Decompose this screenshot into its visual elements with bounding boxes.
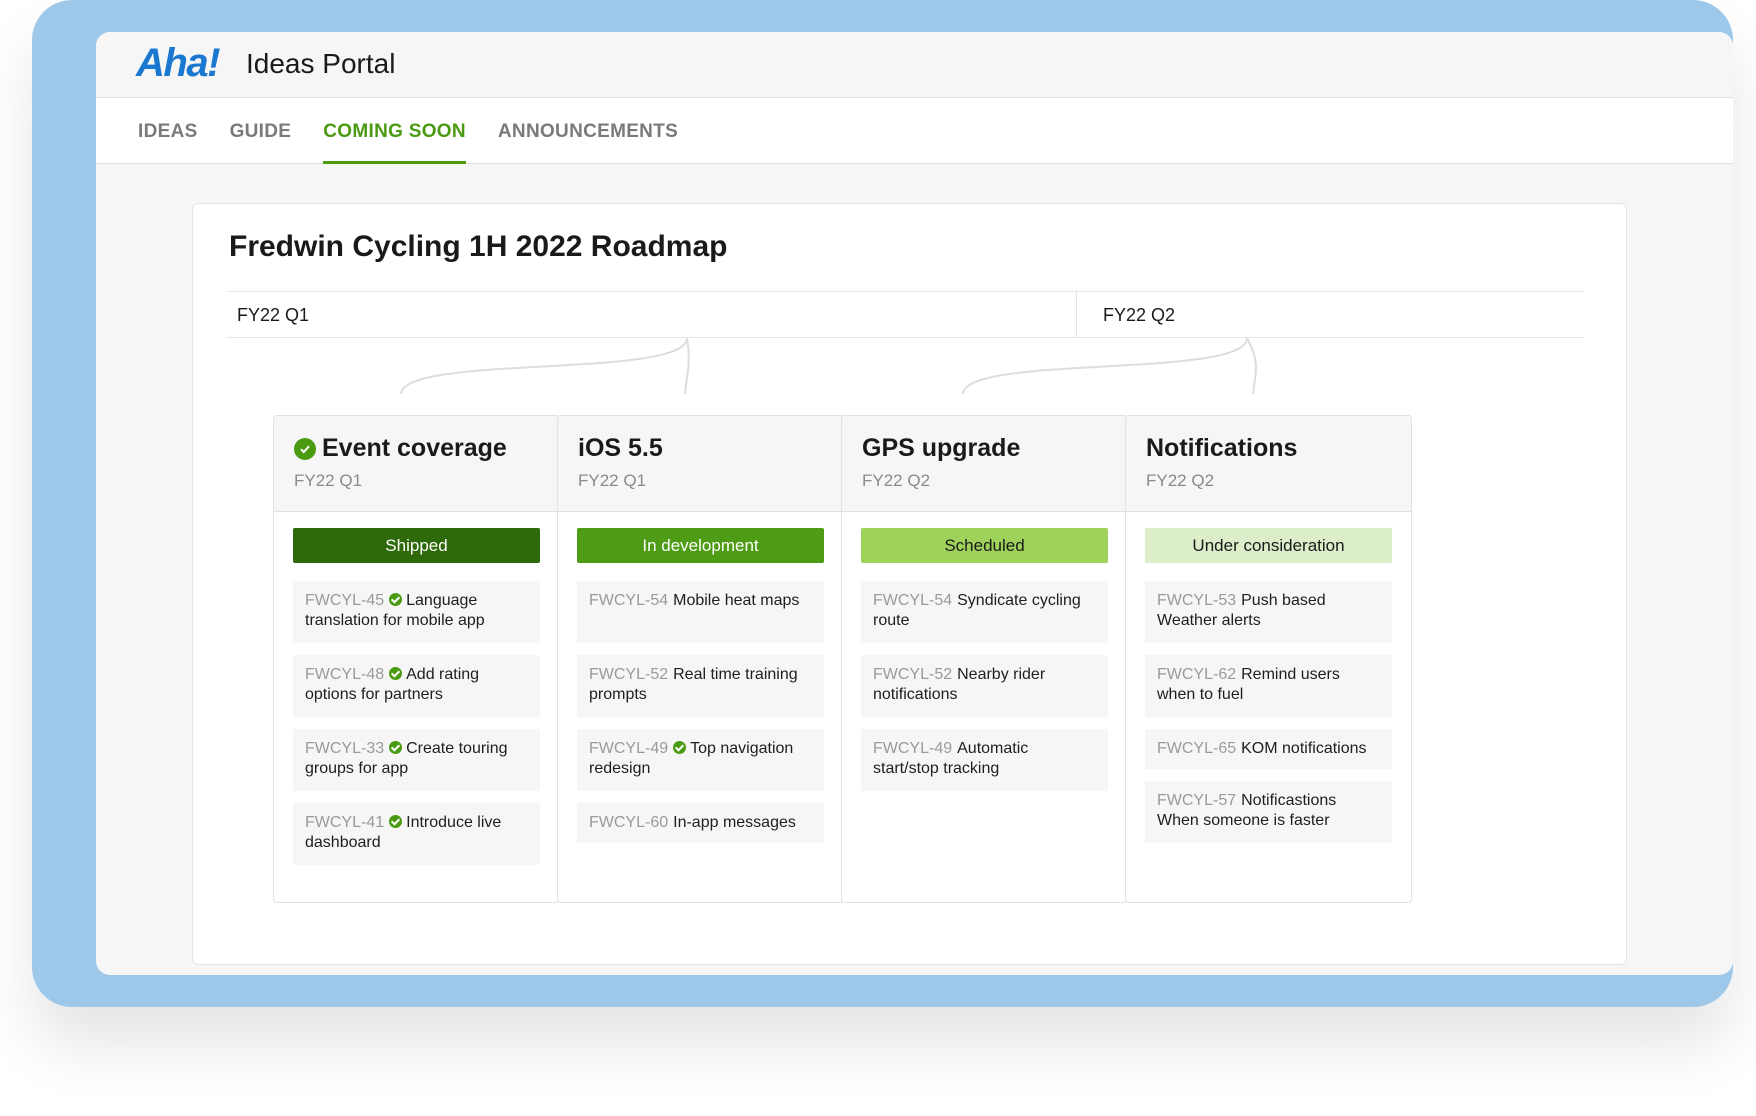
feature-item[interactable]: FWCYL-52 Real time training prompts <box>577 655 824 717</box>
quarter-header-row: FY22 Q1 FY22 Q2 <box>227 291 1585 338</box>
column-quarter: FY22 Q1 <box>294 471 363 490</box>
portal-title: Ideas Portal <box>246 48 396 79</box>
column-title-text: iOS 5.5 <box>578 434 663 462</box>
feature-item[interactable]: FWCYL-45 Language translation for mobile … <box>293 581 540 643</box>
feature-text: KOM notifications <box>1241 740 1367 757</box>
tab-announcements[interactable]: ANNOUNCEMENTS <box>498 98 678 164</box>
feature-item[interactable]: FWCYL-41 Introduce live dashboard <box>293 803 540 865</box>
roadmap-title: Fredwin Cycling 1H 2022 Roadmap <box>229 230 728 263</box>
feature-id: FWCYL-60 <box>589 814 669 831</box>
release-column-notifications[interactable]: Notifications FY22 Q2 Under consideratio… <box>1125 415 1412 903</box>
feature-item[interactable]: FWCYL-60 In-app messages <box>577 803 824 843</box>
feature-item[interactable]: FWCYL-49 Top navigation redesign <box>577 729 824 791</box>
connector-notifications <box>1246 337 1257 395</box>
column-header: Event coverage FY22 Q1 <box>274 416 559 512</box>
connector-ios <box>684 337 690 395</box>
feature-item[interactable]: FWCYL-52 Nearby rider notifications <box>861 655 1108 717</box>
release-column-ios[interactable]: iOS 5.5 FY22 Q1 In development FWCYL-54 M… <box>557 415 844 903</box>
feature-id: FWCYL-54 <box>873 592 953 609</box>
column-header: GPS upgrade FY22 Q2 <box>842 416 1127 512</box>
feature-item[interactable]: FWCYL-48 Add rating options for partners <box>293 655 540 717</box>
feature-item[interactable]: FWCYL-62 Remind users when to fuel <box>1145 655 1392 717</box>
column-title-text: GPS upgrade <box>862 434 1021 462</box>
connector-event-coverage <box>400 337 688 395</box>
roadmap-card: Fredwin Cycling 1H 2022 Roadmap FY22 Q1 … <box>192 203 1627 965</box>
column-quarter: FY22 Q2 <box>862 471 931 490</box>
feature-id: FWCYL-62 <box>1157 666 1237 683</box>
feature-id: FWCYL-65 <box>1157 740 1237 757</box>
check-circle-icon <box>294 437 316 460</box>
quarter-header-q1: FY22 Q1 <box>227 292 1077 337</box>
navigation-bar: IDEAS GUIDE COMING SOON ANNOUNCEMENTS <box>96 98 1733 164</box>
column-title-text: Notifications <box>1146 434 1298 462</box>
column-title: Event coverage <box>294 434 539 463</box>
feature-id: FWCYL-41 <box>305 814 385 831</box>
app-window: Aha! Ideas Portal IDEAS GUIDE COMING SOO… <box>96 32 1733 975</box>
column-title: GPS upgrade <box>862 434 1107 463</box>
feature-text: Mobile heat maps <box>673 592 800 609</box>
column-quarter: FY22 Q1 <box>578 471 647 490</box>
feature-item[interactable]: FWCYL-53 Push based Weather alerts <box>1145 581 1392 643</box>
feature-id: FWCYL-49 <box>873 740 953 757</box>
feature-id: FWCYL-57 <box>1157 792 1237 809</box>
column-title-text: Event coverage <box>322 434 507 462</box>
feature-item[interactable]: FWCYL-54 Syndicate cycling route <box>861 581 1108 643</box>
check-circle-icon <box>389 667 403 680</box>
quarter-header-q2: FY22 Q2 <box>1103 305 1176 325</box>
feature-id: FWCYL-45 <box>305 592 385 609</box>
top-bar: Aha! Ideas Portal <box>96 32 1733 98</box>
feature-item[interactable]: FWCYL-49 Automatic start/stop tracking <box>861 729 1108 791</box>
status-badge: Scheduled <box>861 528 1108 563</box>
tab-coming-soon[interactable]: COMING SOON <box>323 98 466 164</box>
check-circle-icon <box>389 593 403 606</box>
column-body: Scheduled FWCYL-54 Syndicate cycling rout… <box>842 512 1127 791</box>
feature-item[interactable]: FWCYL-33 Create touring groups for app <box>293 729 540 791</box>
connector-gps-upgrade <box>962 337 1248 395</box>
tab-guide[interactable]: GUIDE <box>230 98 292 164</box>
feature-id: FWCYL-52 <box>873 666 953 683</box>
feature-id: FWCYL-52 <box>589 666 669 683</box>
screenshot-frame: Aha! Ideas Portal IDEAS GUIDE COMING SOO… <box>32 0 1733 1007</box>
release-column-event-coverage[interactable]: Event coverage FY22 Q1 Shipped FWCYL-45 L… <box>273 415 560 903</box>
feature-id: FWCYL-53 <box>1157 592 1237 609</box>
column-title: iOS 5.5 <box>578 434 823 463</box>
check-circle-icon <box>673 741 687 754</box>
feature-id: FWCYL-49 <box>589 740 669 757</box>
column-header: Notifications FY22 Q2 <box>1126 416 1411 512</box>
check-circle-icon <box>389 741 403 754</box>
feature-item[interactable]: FWCYL-65 KOM notifications <box>1145 729 1392 769</box>
nav-tabs: IDEAS GUIDE COMING SOON ANNOUNCEMENTS <box>138 98 710 164</box>
column-body: Under consideration FWCYL-53 Push based W… <box>1126 512 1411 843</box>
release-column-gps-upgrade[interactable]: GPS upgrade FY22 Q2 Scheduled FWCYL-54 Sy… <box>841 415 1128 903</box>
feature-id: FWCYL-48 <box>305 666 385 683</box>
tab-ideas[interactable]: IDEAS <box>138 98 198 164</box>
column-header: iOS 5.5 FY22 Q1 <box>558 416 843 512</box>
aha-logo[interactable]: Aha! <box>136 41 220 86</box>
feature-id: FWCYL-33 <box>305 740 385 757</box>
check-circle-icon <box>389 815 403 828</box>
feature-text: In-app messages <box>673 814 796 831</box>
feature-id: FWCYL-54 <box>589 592 669 609</box>
status-badge: In development <box>577 528 824 563</box>
feature-item[interactable]: FWCYL-54 Mobile heat maps <box>577 581 824 643</box>
status-badge: Shipped <box>293 528 540 563</box>
column-body: In development FWCYL-54 Mobile heat maps … <box>558 512 843 843</box>
column-title: Notifications <box>1146 434 1391 463</box>
column-quarter: FY22 Q2 <box>1146 471 1215 490</box>
feature-item[interactable]: FWCYL-57 Notificastions When someone is f… <box>1145 781 1392 843</box>
status-badge: Under consideration <box>1145 528 1392 563</box>
column-body: Shipped FWCYL-45 Language translation for… <box>274 512 559 865</box>
